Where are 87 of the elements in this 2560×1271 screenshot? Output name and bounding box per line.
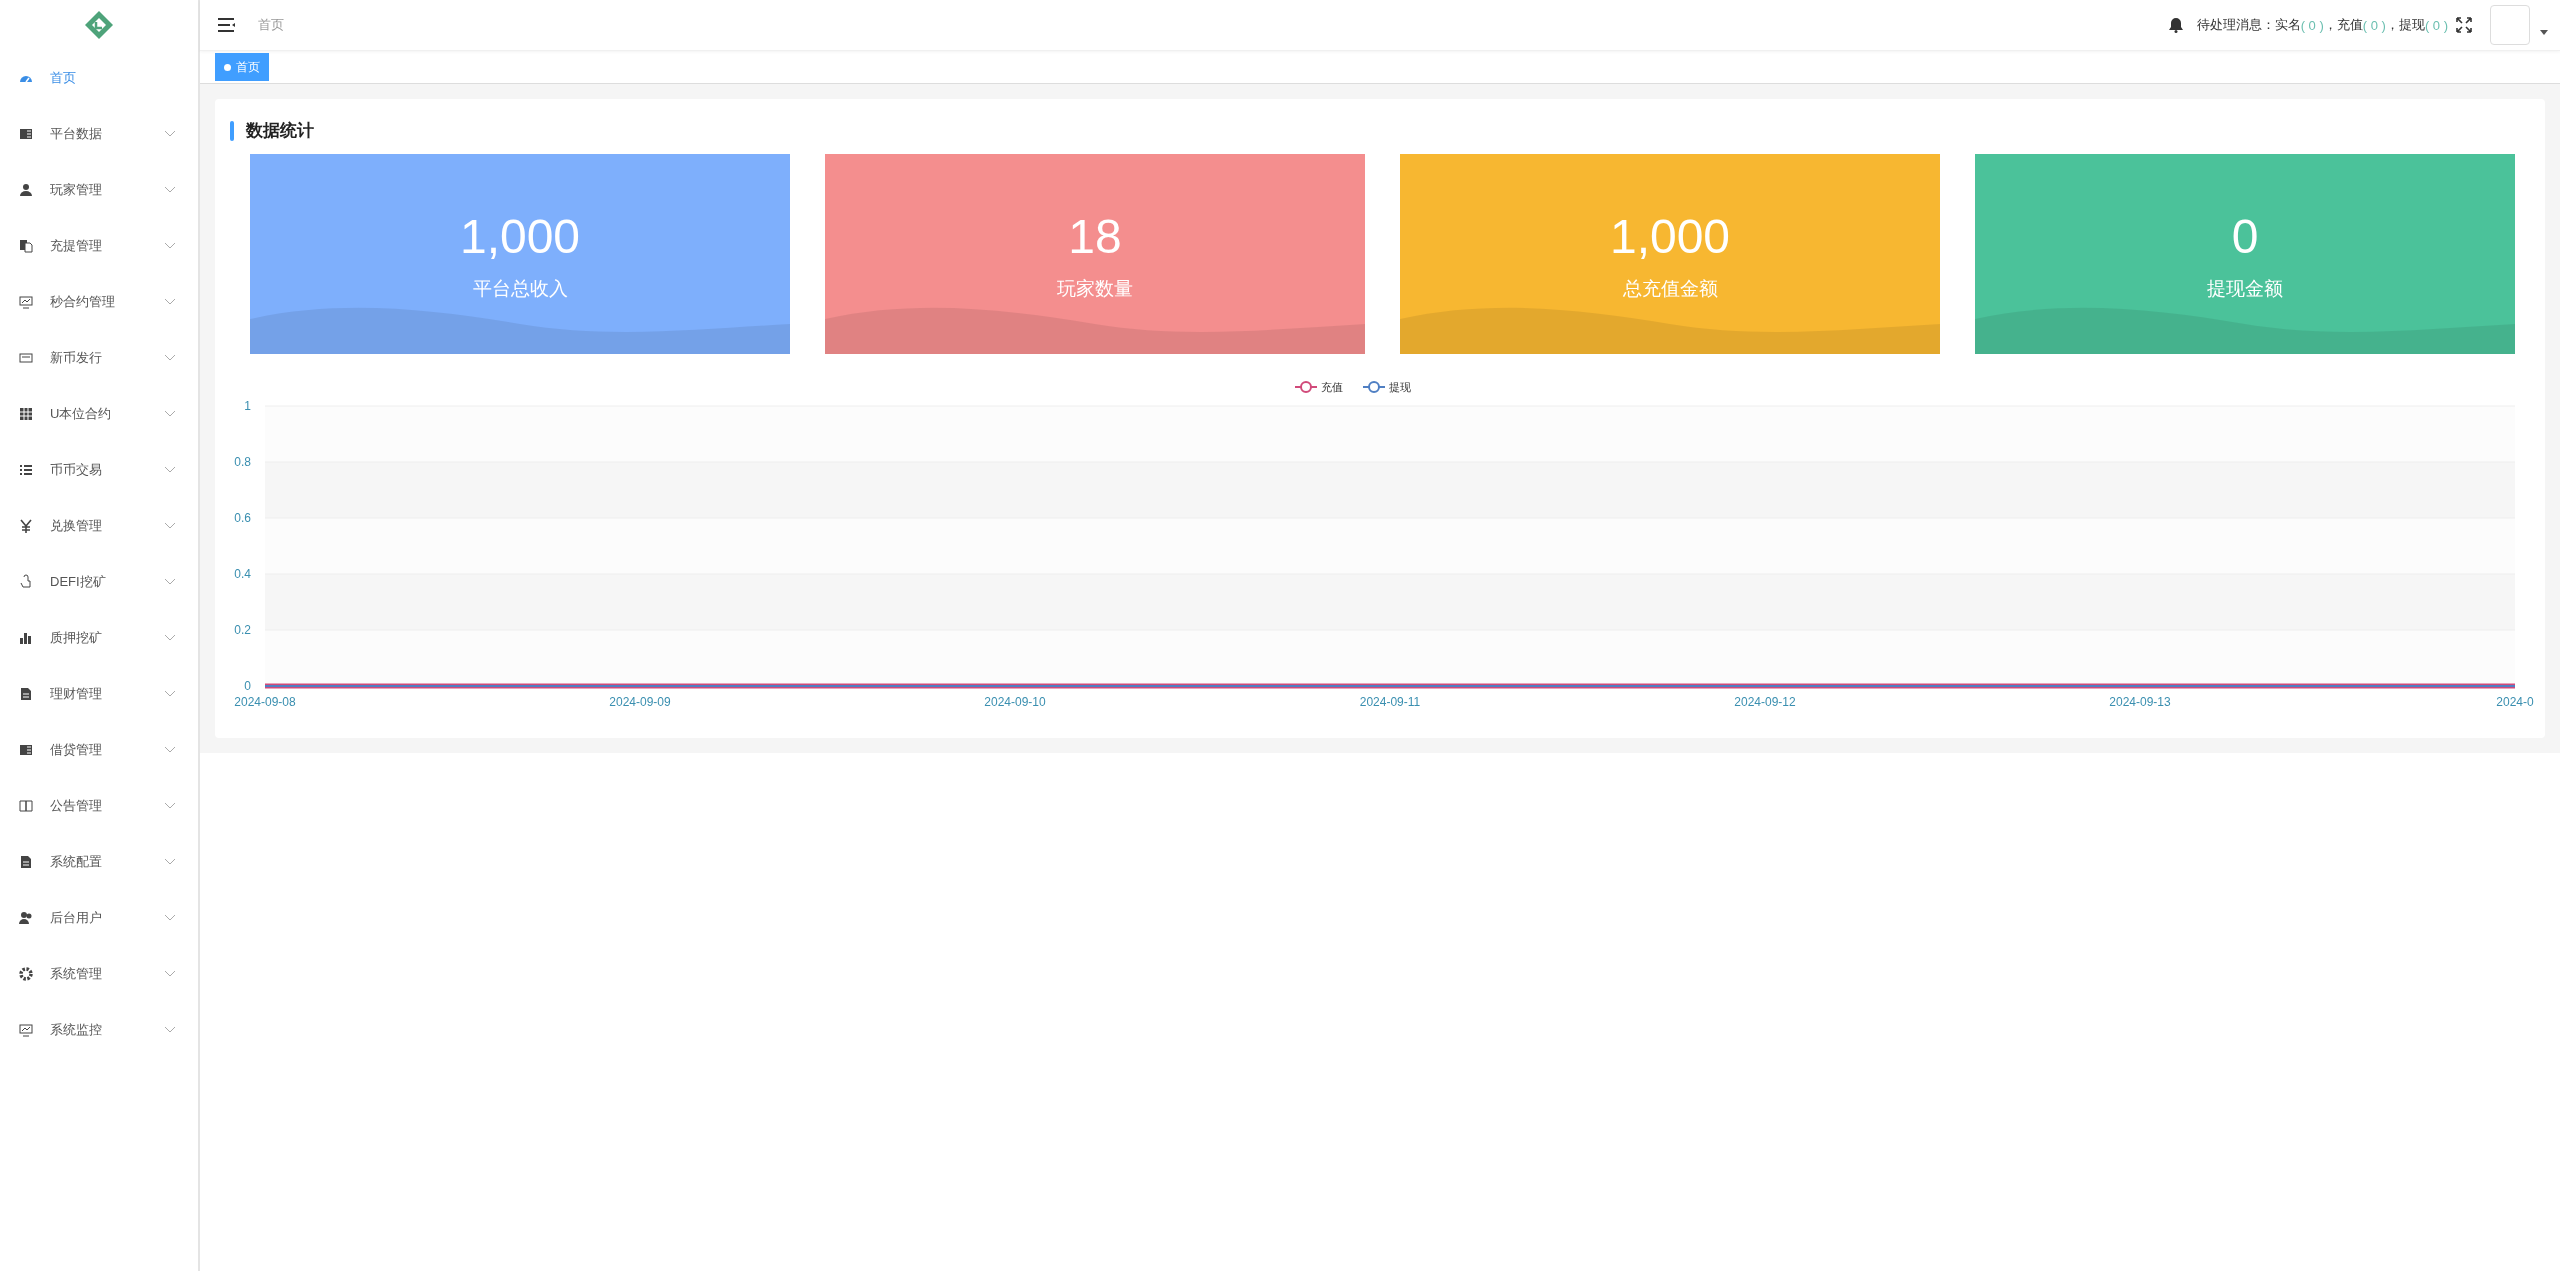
sidebar-item[interactable]: 新币发行 bbox=[0, 330, 198, 386]
bell-icon[interactable] bbox=[2168, 17, 2183, 33]
notice-item-label[interactable]: ，充值 bbox=[2323, 16, 2363, 34]
open-book-icon bbox=[18, 798, 34, 814]
menu-label: 币币交易 bbox=[50, 461, 103, 479]
title-accent-bar bbox=[230, 120, 234, 141]
menu-label: 质押挖矿 bbox=[50, 629, 103, 647]
y-tick-label: 0.2 bbox=[234, 623, 251, 637]
y-tick-label: 1 bbox=[244, 399, 251, 413]
sidebar-item[interactable]: 公告管理 bbox=[0, 778, 198, 834]
menu-label: 理财管理 bbox=[50, 685, 103, 703]
menu-label: 玩家管理 bbox=[50, 181, 103, 199]
legend-marker-icon[interactable] bbox=[1362, 381, 1386, 393]
notice-item-label[interactable]: ，提现 bbox=[2385, 16, 2425, 34]
card-icon bbox=[18, 350, 34, 366]
menu-label: 系统监控 bbox=[50, 1021, 103, 1039]
menu-label: 系统管理 bbox=[50, 965, 103, 983]
sidebar-item[interactable]: 质押挖矿 bbox=[0, 610, 198, 666]
logo-icon bbox=[83, 9, 115, 41]
sidebar-item[interactable]: DEFI挖矿 bbox=[0, 554, 198, 610]
sidebar-item[interactable]: 兑换管理 bbox=[0, 498, 198, 554]
sidebar-item[interactable]: 秒合约管理 bbox=[0, 274, 198, 330]
stat-label: 总充值金额 bbox=[1622, 277, 1718, 301]
stat-value: 1,000 bbox=[459, 209, 581, 264]
legend-label[interactable]: 提现 bbox=[1389, 381, 1411, 393]
menu-label: 首页 bbox=[50, 69, 77, 87]
menu-label: 平台数据 bbox=[50, 125, 103, 143]
x-tick-label: 2024-09-12 bbox=[1734, 695, 1796, 709]
y-tick-label: 0.8 bbox=[234, 455, 251, 469]
notice-label: 待处理消息： bbox=[2196, 16, 2275, 34]
menu-label: 兑换管理 bbox=[50, 517, 103, 535]
stat-label: 提现金额 bbox=[2207, 277, 2283, 301]
menu-label: 系统配置 bbox=[50, 853, 103, 871]
sidebar-item[interactable]: 平台数据 bbox=[0, 106, 198, 162]
y-tick-label: 0.6 bbox=[234, 511, 251, 525]
x-tick-label: 2024-09-10 bbox=[984, 695, 1046, 709]
sidebar-item[interactable]: 借贷管理 bbox=[0, 722, 198, 778]
x-tick-label: 2024-09-08 bbox=[234, 695, 296, 709]
menu-icon[interactable] bbox=[218, 18, 236, 32]
menu-label: DEFI挖矿 bbox=[50, 573, 107, 591]
grid-icon bbox=[18, 406, 34, 422]
sidebar-item[interactable]: 理财管理 bbox=[0, 666, 198, 722]
sidebar-item[interactable]: 首页 bbox=[0, 50, 198, 106]
sidebar-item[interactable]: 币币交易 bbox=[0, 442, 198, 498]
fullscreen-icon[interactable] bbox=[2456, 17, 2472, 33]
x-tick-label: 2024-09-11 bbox=[1359, 695, 1421, 709]
panel-title: 数据统计 bbox=[246, 120, 314, 142]
person-icon bbox=[18, 182, 34, 198]
notice-item-label[interactable]: 实名 bbox=[2274, 16, 2301, 34]
sidebar-item[interactable]: 后台用户 bbox=[0, 890, 198, 946]
sidebar-item[interactable]: 玩家管理 bbox=[0, 162, 198, 218]
book-icon bbox=[18, 742, 34, 758]
x-tick-label: 2024-09-09 bbox=[609, 695, 671, 709]
stat-label: 平台总收入 bbox=[472, 277, 568, 301]
sidebar-item[interactable]: 系统监控 bbox=[0, 1002, 198, 1058]
stat-value: 0 bbox=[2231, 209, 2259, 264]
sidebar-item[interactable]: U本位合约 bbox=[0, 386, 198, 442]
stat-value: 1,000 bbox=[1609, 209, 1731, 264]
monitor-icon bbox=[18, 294, 34, 310]
menu-label: 秒合约管理 bbox=[50, 293, 116, 311]
bar-chart-icon bbox=[18, 630, 34, 646]
menu-label: 公告管理 bbox=[50, 797, 103, 815]
caret-icon[interactable] bbox=[2540, 29, 2548, 35]
sidebar-item[interactable]: 系统配置 bbox=[0, 834, 198, 890]
document-icon bbox=[18, 854, 34, 870]
yen-icon bbox=[18, 518, 34, 534]
stat-value: 18 bbox=[1068, 209, 1122, 264]
x-tick-label: 2024-0 bbox=[2496, 695, 2534, 709]
stat-label: 玩家数量 bbox=[1057, 277, 1133, 301]
document-icon bbox=[18, 686, 34, 702]
legend-label[interactable]: 充值 bbox=[1321, 381, 1343, 393]
list-icon bbox=[18, 462, 34, 478]
copy-icon bbox=[18, 238, 34, 254]
users-icon bbox=[18, 910, 34, 926]
book-icon bbox=[18, 126, 34, 142]
x-tick-label: 2024-09-13 bbox=[2109, 695, 2171, 709]
menu-label: 新币发行 bbox=[50, 349, 103, 367]
y-tick-label: 0 bbox=[244, 679, 251, 693]
menu-label: 借贷管理 bbox=[50, 741, 103, 759]
y-tick-label: 0.4 bbox=[234, 567, 251, 581]
monitor-icon bbox=[18, 1022, 34, 1038]
sidebar-item[interactable]: 充提管理 bbox=[0, 218, 198, 274]
menu-label: 后台用户 bbox=[50, 909, 103, 927]
menu-label: 充提管理 bbox=[50, 237, 103, 255]
menu-label: U本位合约 bbox=[50, 405, 113, 423]
legend-marker-icon[interactable] bbox=[1294, 381, 1318, 393]
sidebar-item[interactable]: 系统管理 bbox=[0, 946, 198, 1002]
